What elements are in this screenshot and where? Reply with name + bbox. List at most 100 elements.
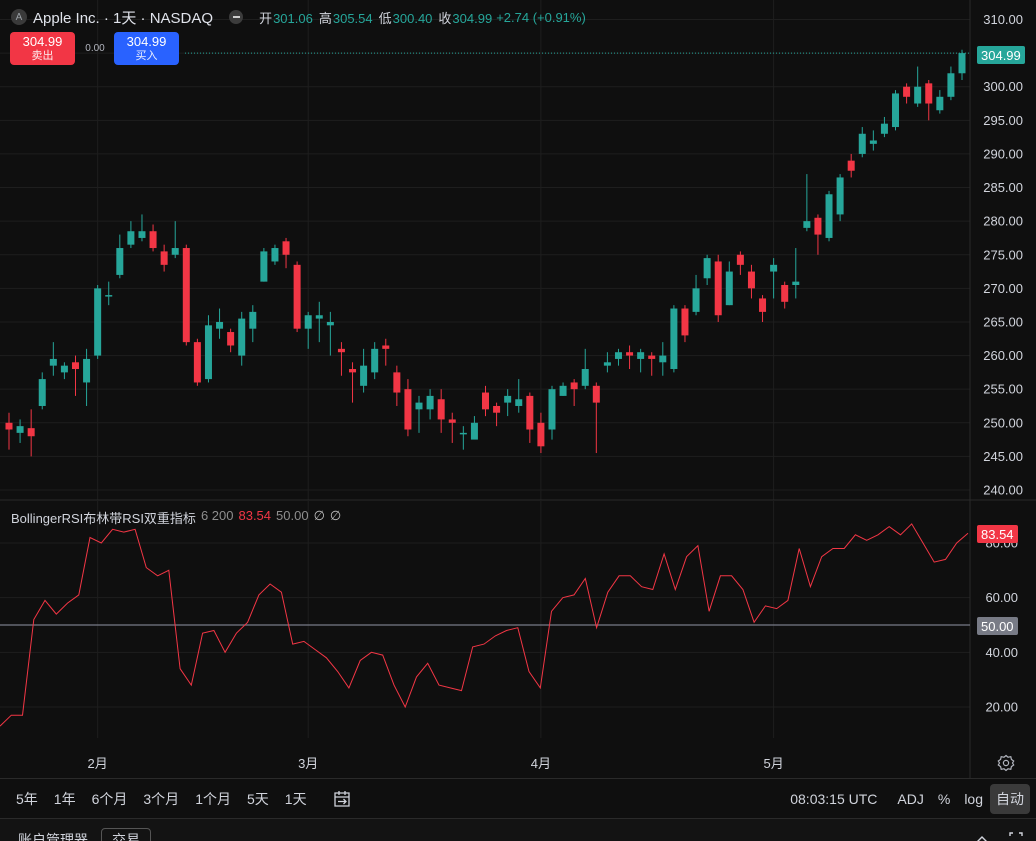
go-to-date-icon[interactable]	[331, 788, 353, 810]
range-1d[interactable]: 1天	[277, 789, 315, 809]
candle-body	[105, 295, 113, 297]
indicator-legend[interactable]: BollingerRSI布林带RSI双重指标 6 200 83.54 50.00…	[11, 508, 341, 527]
candle-body	[437, 399, 445, 420]
candle-body	[260, 251, 268, 282]
candle-body	[16, 426, 24, 433]
candle-body	[5, 422, 13, 430]
candle-body	[393, 372, 401, 393]
price-change: +2.74 (+0.91%)	[496, 9, 586, 25]
candle-body	[271, 248, 279, 262]
price-axis-label: 285.00	[983, 180, 1023, 195]
candle-body	[415, 402, 423, 410]
chart-header: A Apple Inc. · 1天 · NASDAQ 开301.06 高305.…	[0, 0, 970, 34]
auto-scale-toggle[interactable]: 自动	[990, 784, 1030, 814]
candle-body	[626, 352, 634, 356]
candle-body	[814, 217, 822, 235]
settings-gear-icon[interactable]	[996, 753, 1016, 773]
candle-body	[869, 140, 877, 144]
time-axis-label: 5月	[763, 756, 783, 771]
time-axis-label: 4月	[531, 756, 551, 771]
chart-app: 310.00305.00300.00295.00290.00285.00280.…	[0, 0, 1036, 841]
candle-body	[38, 379, 46, 406]
indicator-value-baseline: 50.00	[276, 508, 309, 523]
candle-body	[526, 395, 534, 430]
candle-body	[681, 308, 689, 336]
indicator-name[interactable]: BollingerRSI布林带RSI双重指标	[11, 508, 196, 527]
scale-controls: 08:03:15 UTC ADJ % log 自动	[783, 779, 1030, 819]
candle-body	[648, 355, 656, 359]
candle-body	[703, 258, 711, 279]
candle-body	[171, 248, 179, 255]
candle-body	[360, 365, 368, 386]
candle-body	[470, 422, 478, 440]
candle-body	[293, 264, 301, 329]
candle-body	[847, 160, 855, 171]
candle-body	[138, 231, 146, 238]
candle-body	[825, 194, 833, 238]
sell-button[interactable]: 304.99 卖出	[10, 32, 75, 65]
buy-button[interactable]: 304.99 买入	[114, 32, 179, 65]
price-axis-label: 265.00	[983, 314, 1023, 329]
candle-body	[725, 271, 733, 306]
candle-body	[371, 348, 379, 373]
candle-body	[326, 321, 334, 326]
candle-body	[60, 365, 68, 373]
candle-body	[603, 362, 611, 366]
tab-trade[interactable]: 交易	[101, 828, 151, 841]
indicator-na-1: ∅	[313, 508, 325, 523]
candle-body	[426, 395, 434, 410]
range-5d[interactable]: 5天	[239, 789, 277, 809]
percent-scale-toggle[interactable]: %	[931, 791, 957, 807]
bottom-panel-tabs: 账户管理器 交易	[0, 818, 1036, 841]
candle-body	[637, 352, 645, 359]
tab-account-manager[interactable]: 账户管理器	[18, 830, 88, 841]
price-axis-label: 275.00	[983, 247, 1023, 262]
range-1y[interactable]: 1年	[46, 789, 84, 809]
range-selector: 5年 1年 6个月 3个月 1个月 5天 1天	[8, 789, 315, 809]
candle-body	[337, 348, 345, 353]
chart-canvas[interactable]: 310.00305.00300.00295.00290.00285.00280.…	[0, 0, 1036, 778]
symbol-title[interactable]: Apple Inc. · 1天 · NASDAQ	[33, 7, 213, 28]
indicator-na-2: ∅	[329, 508, 342, 523]
candle-body	[182, 248, 190, 343]
candle-body	[493, 405, 501, 413]
candle-body	[925, 83, 933, 104]
candle-body	[770, 264, 778, 272]
ohlc-low: 低300.40	[378, 10, 433, 26]
indicator-params: 6 200	[200, 508, 234, 523]
price-axis-label: 290.00	[983, 146, 1023, 161]
range-1m[interactable]: 1个月	[187, 789, 239, 809]
price-axis-label: 245.00	[983, 449, 1023, 464]
symbol-logo-icon[interactable]: A	[11, 9, 27, 25]
candle-body	[781, 284, 789, 302]
ohlc-close: 收304.99	[438, 10, 493, 26]
sell-price: 304.99	[22, 33, 63, 49]
candle-body	[736, 254, 744, 265]
candle-body	[249, 311, 257, 329]
candle-body	[71, 362, 79, 370]
price-axis-label: 310.00	[983, 12, 1023, 27]
hide-legend-icon[interactable]	[229, 10, 244, 24]
candle-body	[116, 248, 124, 275]
candle-body	[227, 332, 235, 346]
candle-body	[127, 231, 135, 245]
range-5y[interactable]: 5年	[8, 789, 46, 809]
price-axis-label: 300.00	[983, 79, 1023, 94]
ohlc-high: 高305.54	[318, 10, 373, 26]
candle-body	[903, 86, 911, 97]
candle-body	[149, 231, 157, 249]
log-scale-toggle[interactable]: log	[957, 791, 990, 807]
ohlc-legend: 开301.06 高305.54 低300.40 收304.99	[259, 8, 492, 27]
time-display[interactable]: 08:03:15 UTC	[783, 791, 884, 807]
range-3m[interactable]: 3个月	[135, 789, 187, 809]
candle-body	[504, 395, 512, 403]
adj-toggle[interactable]: ADJ	[890, 791, 930, 807]
range-6m[interactable]: 6个月	[84, 789, 136, 809]
rsi-axis-label: 40.00	[985, 645, 1018, 660]
candle-body	[836, 177, 844, 215]
candle-body	[94, 288, 102, 356]
candle-body	[659, 355, 667, 363]
candle-body	[282, 241, 290, 255]
candle-body	[27, 428, 35, 437]
candle-body	[83, 358, 91, 383]
